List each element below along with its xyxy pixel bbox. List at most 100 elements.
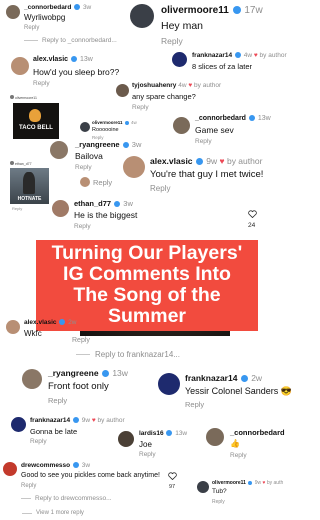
- avatar[interactable]: [50, 141, 68, 159]
- avatar[interactable]: [130, 4, 154, 28]
- avatar[interactable]: [80, 122, 90, 132]
- avatar[interactable]: [206, 428, 224, 446]
- like-count: 24: [248, 222, 256, 229]
- username[interactable]: _connorbedard: [24, 4, 71, 11]
- view-replies-link[interactable]: Reply to _connorbedard...: [42, 37, 117, 44]
- reply-button[interactable]: Reply: [21, 483, 36, 489]
- timestamp: 3w: [123, 199, 133, 208]
- reply-button[interactable]: Reply: [33, 80, 50, 87]
- like-heart-icon[interactable]: [248, 210, 257, 218]
- like-count: 97: [169, 484, 176, 490]
- taco-bell-thumbnail[interactable]: TACO BELL: [13, 103, 59, 139]
- reply-button[interactable]: Reply: [75, 164, 92, 171]
- divider: [76, 354, 90, 355]
- like-heart-icon[interactable]: [168, 472, 177, 480]
- avatar[interactable]: [116, 84, 129, 97]
- timestamp: 17w: [244, 5, 263, 16]
- username[interactable]: lardis16: [139, 430, 164, 437]
- reply-button[interactable]: Reply: [48, 396, 67, 405]
- username[interactable]: drewcommesso: [21, 462, 70, 469]
- reply-button[interactable]: Reply: [230, 452, 247, 459]
- post-avatar: [10, 95, 14, 99]
- username[interactable]: olivermoore11: [212, 480, 246, 486]
- verified-icon: [166, 430, 173, 437]
- reply-button[interactable]: Reply: [74, 223, 91, 230]
- reply-button[interactable]: Reply: [24, 25, 39, 31]
- heart-icon: ♥: [219, 156, 225, 166]
- username[interactable]: _ryangreene: [75, 140, 120, 149]
- comment-text: 8 slices of za later: [192, 62, 253, 71]
- comment: franknazar14 2w: [185, 373, 262, 383]
- comment: _connorbedard: [230, 428, 285, 437]
- username[interactable]: franknazar14: [185, 373, 237, 383]
- comment: olivermoore11 9w ♥ by auth: [212, 480, 283, 486]
- reply-button[interactable]: Reply: [139, 451, 156, 458]
- avatar[interactable]: [22, 369, 42, 389]
- author-tag: by author: [97, 417, 125, 424]
- comment-text: Tub?: [212, 488, 227, 495]
- view-replies-link[interactable]: Reply to drewcommesso...: [35, 495, 112, 502]
- reply-button[interactable]: Reply: [132, 104, 149, 111]
- hotnate-thumbnail[interactable]: HOTNATE: [10, 168, 49, 204]
- comment-text: Bailova: [75, 151, 103, 161]
- timestamp: 9w: [254, 480, 262, 486]
- banner-line-1: Turning Our Players': [51, 242, 243, 264]
- comment: _connorbedard 13w: [195, 115, 271, 122]
- avatar[interactable]: [6, 5, 20, 19]
- timestamp: 9w: [206, 156, 218, 166]
- avatar[interactable]: [173, 117, 190, 134]
- view-replies-link[interactable]: Reply to franknazar14...: [95, 350, 180, 359]
- username[interactable]: tyjoshuahenry: [132, 82, 176, 89]
- avatar[interactable]: [118, 431, 134, 447]
- comment-text: 👍: [230, 439, 240, 448]
- avatar[interactable]: [80, 177, 90, 187]
- reply-button[interactable]: Reply: [72, 337, 90, 344]
- username[interactable]: alex.vlasic: [33, 56, 68, 63]
- banner-line-2: IG Comments Into: [63, 263, 231, 285]
- comment: olivermoore11 4w: [92, 120, 137, 125]
- username[interactable]: franknazar14: [192, 52, 232, 59]
- avatar[interactable]: [172, 52, 187, 67]
- timestamp: 13w: [175, 430, 188, 437]
- post-avatar: [10, 161, 14, 165]
- reply-button[interactable]: Reply: [185, 400, 204, 409]
- avatar[interactable]: [11, 57, 29, 75]
- avatar[interactable]: [123, 156, 145, 178]
- reply-button[interactable]: Reply: [93, 178, 112, 187]
- verified-icon: [122, 142, 129, 149]
- timestamp: 4w: [178, 82, 187, 89]
- comment-text: Game sev: [195, 125, 234, 135]
- reply-button[interactable]: Reply: [212, 499, 225, 505]
- author-tag: by author: [259, 52, 287, 59]
- timestamp: 3w: [82, 4, 92, 11]
- reply-button[interactable]: Reply: [195, 138, 212, 145]
- comment-text: He is the biggest: [74, 210, 138, 220]
- username[interactable]: _ryangreene: [48, 368, 99, 378]
- username[interactable]: franknazar14: [30, 417, 70, 424]
- timestamp: 2w: [251, 373, 263, 383]
- avatar[interactable]: [158, 373, 180, 395]
- divider: [22, 513, 32, 514]
- timestamp: 9w: [81, 417, 91, 424]
- username[interactable]: alex.vlasic: [24, 319, 57, 326]
- username[interactable]: _connorbedard: [195, 115, 246, 122]
- username[interactable]: olivermoore11: [92, 120, 123, 125]
- username[interactable]: _connorbedard: [230, 428, 285, 437]
- comment-text: Wyrliwobpg: [24, 13, 66, 22]
- avatar[interactable]: [3, 462, 17, 476]
- reply-button[interactable]: Reply: [30, 438, 47, 445]
- avatar[interactable]: [11, 417, 26, 432]
- reply-button[interactable]: Reply: [12, 206, 22, 211]
- username[interactable]: alex.vlasic: [150, 156, 193, 166]
- reply-button[interactable]: Reply: [161, 36, 183, 46]
- avatar[interactable]: [197, 481, 209, 493]
- view-more-replies-link[interactable]: View 1 more reply: [36, 510, 84, 516]
- reply-button[interactable]: Reply: [150, 184, 170, 193]
- avatar[interactable]: [6, 320, 20, 334]
- verified-icon: [240, 375, 248, 383]
- username[interactable]: ethan_d77: [74, 199, 111, 208]
- username[interactable]: olivermoore11: [161, 5, 229, 16]
- avatar[interactable]: [52, 200, 69, 217]
- comment: lardis16 13w: [139, 430, 187, 437]
- timestamp: 13w: [112, 368, 128, 378]
